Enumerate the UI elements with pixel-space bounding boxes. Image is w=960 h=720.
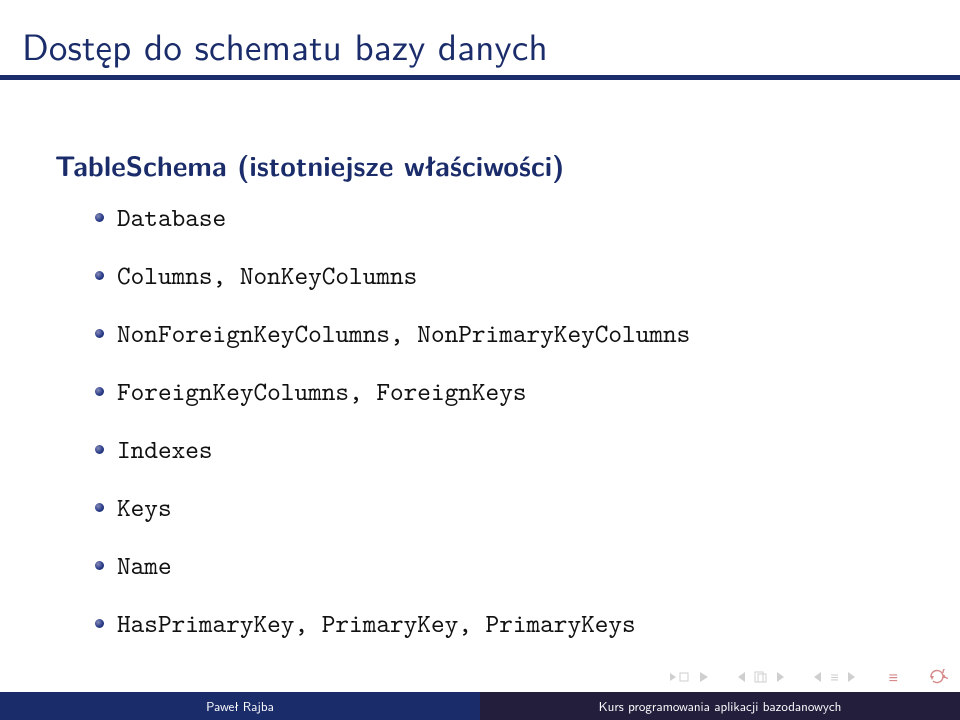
footer: Paweł Rajba Kurs programowania aplikacji… (0, 692, 960, 720)
nav-next-section-icon[interactable]: ≡ (885, 665, 898, 688)
title-bar: Dostęp do schematu bazy danych (0, 0, 960, 80)
page-title: Dostęp do schematu bazy danych (22, 18, 548, 72)
nav-prev-slide-icon[interactable] (670, 671, 708, 683)
list-item: NonForeignKeyColumns, NonPrimaryKeyColum… (95, 317, 905, 351)
content-area: TableSchema (istotniejsze właściwości) D… (55, 145, 905, 665)
subtitle: TableSchema (istotniejsze właściwości) (55, 145, 905, 185)
list-item: ForeignKeyColumns, ForeignKeys (95, 375, 905, 409)
list-item: Name (95, 549, 905, 583)
nav-symbols: ≡ ≡ (670, 665, 948, 688)
list-item: Columns, NonKeyColumns (95, 259, 905, 293)
list-item: Database (95, 201, 905, 235)
list-item: HasPrimaryKey, PrimaryKey, PrimaryKeys (95, 607, 905, 641)
item-list: Database Columns, NonKeyColumns NonForei… (95, 201, 905, 641)
footer-course: Kurs programowania aplikacji bazodanowyc… (480, 692, 960, 720)
slide: Dostęp do schematu bazy danych TableSche… (0, 0, 960, 720)
nav-reload-icon[interactable] (928, 669, 948, 685)
nav-prev-frame-icon[interactable] (738, 671, 784, 683)
nav-prev-section-icon[interactable]: ≡ (814, 670, 854, 684)
footer-author: Paweł Rajba (0, 692, 480, 720)
list-item: Keys (95, 491, 905, 525)
list-item: Indexes (95, 433, 905, 467)
